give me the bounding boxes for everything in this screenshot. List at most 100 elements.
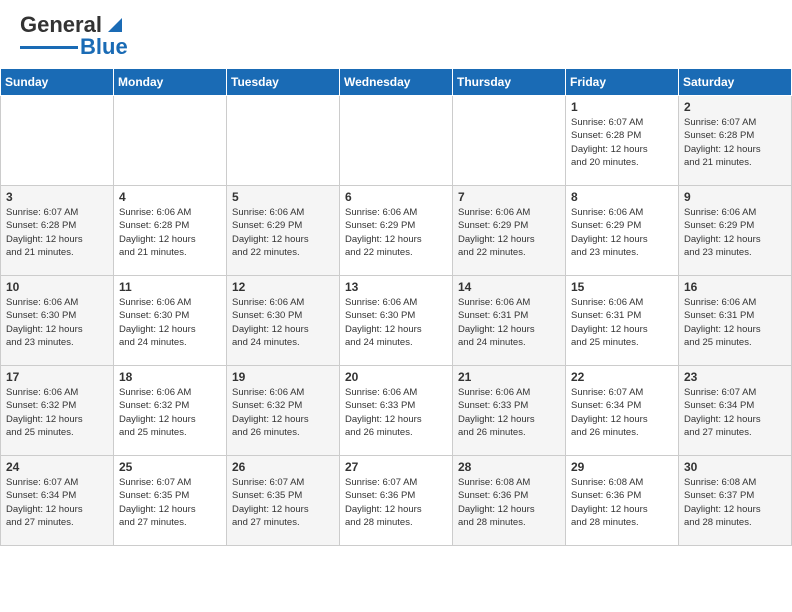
day-info: Sunrise: 6:07 AM Sunset: 6:36 PM Dayligh… [345, 476, 447, 529]
logo-blue: Blue [80, 34, 128, 60]
day-info: Sunrise: 6:07 AM Sunset: 6:35 PM Dayligh… [232, 476, 334, 529]
day-number: 20 [345, 370, 447, 384]
day-number: 2 [684, 100, 786, 114]
table-row: 11 Sunrise: 6:06 AM Sunset: 6:30 PM Dayli… [114, 276, 227, 366]
day-number: 29 [571, 460, 673, 474]
day-number: 25 [119, 460, 221, 474]
day-number: 11 [119, 280, 221, 294]
day-info: Sunrise: 6:08 AM Sunset: 6:37 PM Dayligh… [684, 476, 786, 529]
logo: General Blue [20, 12, 128, 60]
day-info: Sunrise: 6:06 AM Sunset: 6:31 PM Dayligh… [571, 296, 673, 349]
day-info: Sunrise: 6:08 AM Sunset: 6:36 PM Dayligh… [458, 476, 560, 529]
table-row: 16 Sunrise: 6:06 AM Sunset: 6:31 PM Dayli… [679, 276, 792, 366]
table-row: 5 Sunrise: 6:06 AM Sunset: 6:29 PM Daylig… [227, 186, 340, 276]
table-row [453, 96, 566, 186]
day-number: 9 [684, 190, 786, 204]
day-info: Sunrise: 6:06 AM Sunset: 6:32 PM Dayligh… [119, 386, 221, 439]
table-row: 13 Sunrise: 6:06 AM Sunset: 6:30 PM Dayli… [340, 276, 453, 366]
day-info: Sunrise: 6:07 AM Sunset: 6:34 PM Dayligh… [571, 386, 673, 439]
col-monday: Monday [114, 69, 227, 96]
day-number: 19 [232, 370, 334, 384]
day-number: 5 [232, 190, 334, 204]
table-row: 6Sunrise: 6:06 AM Sunset: 6:29 PM Daylig… [340, 186, 453, 276]
day-number: 14 [458, 280, 560, 294]
day-number: 28 [458, 460, 560, 474]
page-header: General Blue [0, 0, 792, 68]
calendar-week-row: 1 Sunrise: 6:07 AM Sunset: 6:28 PM Daylig… [1, 96, 792, 186]
table-row: 26 Sunrise: 6:07 AM Sunset: 6:35 PM Dayli… [227, 456, 340, 546]
day-info: Sunrise: 6:07 AM Sunset: 6:34 PM Dayligh… [684, 386, 786, 439]
table-row: 30 Sunrise: 6:08 AM Sunset: 6:37 PM Dayli… [679, 456, 792, 546]
col-wednesday: Wednesday [340, 69, 453, 96]
day-info: Sunrise: 6:08 AM Sunset: 6:36 PM Dayligh… [571, 476, 673, 529]
day-number: 10 [6, 280, 108, 294]
day-info: Sunrise: 6:06 AM Sunset: 6:30 PM Dayligh… [345, 296, 447, 349]
table-row: 8 Sunrise: 6:06 AM Sunset: 6:29 PM Daylig… [566, 186, 679, 276]
day-info: Sunrise: 6:07 AM Sunset: 6:28 PM Dayligh… [6, 206, 108, 259]
day-number: 17 [6, 370, 108, 384]
day-number: 8 [571, 190, 673, 204]
day-number: 18 [119, 370, 221, 384]
day-number: 16 [684, 280, 786, 294]
day-info: Sunrise: 6:06 AM Sunset: 6:30 PM Dayligh… [232, 296, 334, 349]
day-number: 27 [345, 460, 447, 474]
table-row: 27 Sunrise: 6:07 AM Sunset: 6:36 PM Dayli… [340, 456, 453, 546]
day-info: Sunrise: 6:06 AM Sunset: 6:30 PM Dayligh… [119, 296, 221, 349]
col-tuesday: Tuesday [227, 69, 340, 96]
day-info: Sunrise: 6:06 AM Sunset: 6:31 PM Dayligh… [684, 296, 786, 349]
table-row: 14 Sunrise: 6:06 AM Sunset: 6:31 PM Dayli… [453, 276, 566, 366]
day-info: Sunrise: 6:06 AM Sunset: 6:31 PM Dayligh… [458, 296, 560, 349]
table-row: 24Sunrise: 6:07 AM Sunset: 6:34 PM Dayli… [1, 456, 114, 546]
table-row: 15 Sunrise: 6:06 AM Sunset: 6:31 PM Dayli… [566, 276, 679, 366]
day-number: 1 [571, 100, 673, 114]
table-row: 29 Sunrise: 6:08 AM Sunset: 6:36 PM Dayli… [566, 456, 679, 546]
table-row: 4 Sunrise: 6:06 AM Sunset: 6:28 PM Daylig… [114, 186, 227, 276]
table-row [114, 96, 227, 186]
day-info: Sunrise: 6:06 AM Sunset: 6:29 PM Dayligh… [684, 206, 786, 259]
day-number: 4 [119, 190, 221, 204]
table-row: 7Sunrise: 6:06 AM Sunset: 6:29 PM Daylig… [453, 186, 566, 276]
table-row: 18 Sunrise: 6:06 AM Sunset: 6:32 PM Dayli… [114, 366, 227, 456]
col-sunday: Sunday [1, 69, 114, 96]
calendar-week-row: 3 Sunrise: 6:07 AM Sunset: 6:28 PM Daylig… [1, 186, 792, 276]
table-row: 22 Sunrise: 6:07 AM Sunset: 6:34 PM Dayli… [566, 366, 679, 456]
day-info: Sunrise: 6:06 AM Sunset: 6:32 PM Dayligh… [6, 386, 108, 439]
calendar-week-row: 10 Sunrise: 6:06 AM Sunset: 6:30 PM Dayli… [1, 276, 792, 366]
day-info: Sunrise: 6:06 AM Sunset: 6:29 PM Dayligh… [571, 206, 673, 259]
table-row [340, 96, 453, 186]
table-row: 19Sunrise: 6:06 AM Sunset: 6:32 PM Dayli… [227, 366, 340, 456]
table-row [227, 96, 340, 186]
calendar-header-row: Sunday Monday Tuesday Wednesday Thursday… [1, 69, 792, 96]
day-number: 24 [6, 460, 108, 474]
day-info: Sunrise: 6:06 AM Sunset: 6:29 PM Dayligh… [232, 206, 334, 259]
day-info: Sunrise: 6:06 AM Sunset: 6:30 PM Dayligh… [6, 296, 108, 349]
day-number: 12 [232, 280, 334, 294]
day-number: 6 [345, 190, 447, 204]
table-row: 2 Sunrise: 6:07 AM Sunset: 6:28 PM Daylig… [679, 96, 792, 186]
day-number: 30 [684, 460, 786, 474]
day-info: Sunrise: 6:06 AM Sunset: 6:33 PM Dayligh… [345, 386, 447, 439]
table-row: 28 Sunrise: 6:08 AM Sunset: 6:36 PM Dayli… [453, 456, 566, 546]
calendar-week-row: 17 Sunrise: 6:06 AM Sunset: 6:32 PM Dayli… [1, 366, 792, 456]
logo-triangle-icon [104, 14, 126, 36]
day-number: 13 [345, 280, 447, 294]
day-info: Sunrise: 6:06 AM Sunset: 6:28 PM Dayligh… [119, 206, 221, 259]
day-number: 15 [571, 280, 673, 294]
table-row: 1 Sunrise: 6:07 AM Sunset: 6:28 PM Daylig… [566, 96, 679, 186]
day-number: 22 [571, 370, 673, 384]
col-saturday: Saturday [679, 69, 792, 96]
day-number: 3 [6, 190, 108, 204]
day-info: Sunrise: 6:06 AM Sunset: 6:33 PM Dayligh… [458, 386, 560, 439]
day-info: Sunrise: 6:07 AM Sunset: 6:28 PM Dayligh… [571, 116, 673, 169]
table-row: 10 Sunrise: 6:06 AM Sunset: 6:30 PM Dayli… [1, 276, 114, 366]
day-info: Sunrise: 6:07 AM Sunset: 6:28 PM Dayligh… [684, 116, 786, 169]
table-row: 17 Sunrise: 6:06 AM Sunset: 6:32 PM Dayli… [1, 366, 114, 456]
table-row: 9 Sunrise: 6:06 AM Sunset: 6:29 PM Daylig… [679, 186, 792, 276]
day-number: 26 [232, 460, 334, 474]
day-number: 7 [458, 190, 560, 204]
table-row: 23Sunrise: 6:07 AM Sunset: 6:34 PM Dayli… [679, 366, 792, 456]
table-row: 25 Sunrise: 6:07 AM Sunset: 6:35 PM Dayli… [114, 456, 227, 546]
day-info: Sunrise: 6:07 AM Sunset: 6:35 PM Dayligh… [119, 476, 221, 529]
calendar-table: Sunday Monday Tuesday Wednesday Thursday… [0, 68, 792, 546]
table-row: 12 Sunrise: 6:06 AM Sunset: 6:30 PM Dayli… [227, 276, 340, 366]
